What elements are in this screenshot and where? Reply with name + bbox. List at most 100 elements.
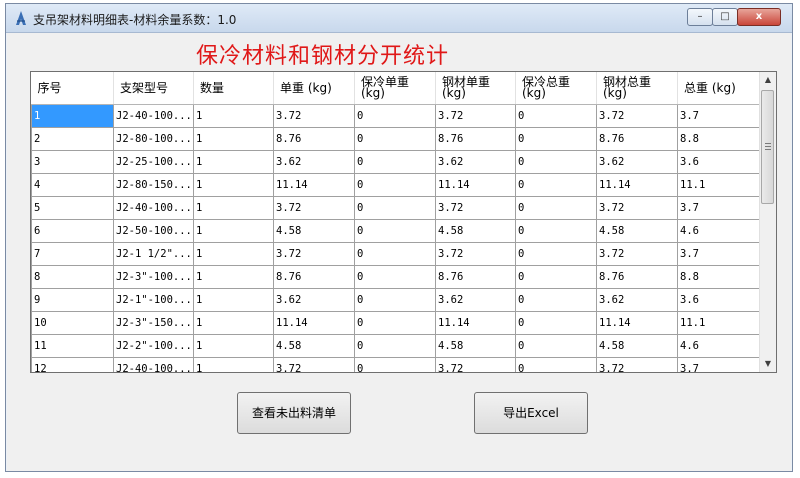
table-cell[interactable]: 3.72 [435,196,516,220]
table-cell[interactable]: 4.58 [273,334,355,358]
table-cell[interactable]: 11.14 [435,311,516,335]
table-cell[interactable]: 3.72 [435,357,516,372]
table-cell[interactable]: 0 [354,288,436,312]
table-cell[interactable]: 4.6 [677,219,762,243]
table-cell[interactable]: 0 [354,219,436,243]
table-row[interactable]: 6 J2-50-100... 1 4.58 0 4.58 0 4.58 4.6 [31,219,762,243]
table-cell[interactable]: 0 [354,104,436,128]
table-cell[interactable]: 0 [515,150,597,174]
table-cell[interactable]: 8.76 [273,127,355,151]
table-row[interactable]: 10 J2-3"-150... 1 11.14 0 11.14 0 11.14 11.1 [31,311,762,335]
table-cell[interactable]: 3.72 [273,357,355,372]
table-cell[interactable]: 3.7 [677,357,762,372]
table-cell[interactable]: 8.76 [596,127,678,151]
table-cell[interactable]: 0 [354,242,436,266]
table-cell[interactable]: 3.7 [677,242,762,266]
table-cell[interactable]: 1 [193,104,274,128]
table-row[interactable]: 7 J2-1 1/2"... 1 3.72 0 3.72 0 3.72 3.7 [31,242,762,266]
table-cell[interactable]: 12 [31,357,114,372]
table-cell[interactable]: 3.62 [273,288,355,312]
table-cell[interactable]: 11.14 [596,173,678,197]
table-cell[interactable]: 0 [354,127,436,151]
maximize-button[interactable]: □ [712,8,738,26]
table-row[interactable]: 11 J2-2"-100... 1 4.58 0 4.58 0 4.58 4.6 [31,334,762,358]
table-cell[interactable]: 4.58 [596,334,678,358]
title-bar[interactable]: 支吊架材料明细表-材料余量系数：1.0 – □ x [6,4,792,33]
table-cell[interactable]: 3.72 [435,242,516,266]
table-cell[interactable]: 3.6 [677,150,762,174]
table-cell[interactable]: 0 [515,288,597,312]
table-cell[interactable]: 0 [354,150,436,174]
table-cell[interactable]: 0 [515,357,597,372]
table-cell[interactable]: 1 [193,173,274,197]
table-cell[interactable]: 7 [31,242,114,266]
table-cell[interactable]: J2-1 1/2"... [113,242,194,266]
table-cell[interactable]: 3.72 [273,196,355,220]
column-header[interactable]: 序号 [31,72,114,105]
arrow-up-icon[interactable]: ▲ [760,72,776,88]
table-cell[interactable]: 3.72 [435,104,516,128]
table-cell[interactable]: 0 [515,334,597,358]
table-cell[interactable]: J2-3"-100... [113,265,194,289]
table-cell[interactable]: 8.76 [435,127,516,151]
table-cell[interactable]: 3.62 [273,150,355,174]
table-cell[interactable]: J2-1"-100... [113,288,194,312]
table-cell[interactable]: 1 [193,334,274,358]
export-excel-button[interactable]: 导出Excel [474,392,588,434]
close-button[interactable]: x [737,8,781,26]
table-cell[interactable]: 3.62 [435,150,516,174]
column-header[interactable]: 钢材总重 (kg) [596,72,678,105]
column-header[interactable]: 总重 (kg) [677,72,762,105]
table-cell[interactable]: 0 [515,173,597,197]
table-cell[interactable]: 8.8 [677,127,762,151]
column-header[interactable]: 数量 [193,72,274,105]
table-cell[interactable]: 8 [31,265,114,289]
table-cell[interactable]: J2-80-100... [113,127,194,151]
column-header[interactable]: 单重 (kg) [273,72,355,105]
table-cell[interactable]: 3.62 [596,288,678,312]
table-row[interactable]: 5 J2-40-100... 1 3.72 0 3.72 0 3.72 3.7 [31,196,762,220]
table-row[interactable]: 3 J2-25-100... 1 3.62 0 3.62 0 3.62 3.6 [31,150,762,174]
table-cell[interactable]: 1 [193,150,274,174]
table-cell[interactable]: 11.1 [677,173,762,197]
table-cell[interactable]: 0 [515,127,597,151]
table-cell[interactable]: J2-40-100... [113,357,194,372]
column-header[interactable]: 支架型号 [113,72,194,105]
table-cell[interactable]: 3.7 [677,104,762,128]
table-cell[interactable]: 3.72 [596,104,678,128]
table-cell[interactable]: 11.1 [677,311,762,335]
table-cell[interactable]: 11.14 [273,173,355,197]
table-cell[interactable]: J2-25-100... [113,150,194,174]
table-cell[interactable]: 4.58 [273,219,355,243]
table-cell[interactable]: 11.14 [273,311,355,335]
table-cell[interactable]: J2-40-100... [113,104,194,128]
table-cell[interactable]: 5 [31,196,114,220]
table-cell[interactable]: 0 [354,334,436,358]
table-cell[interactable]: 0 [515,265,597,289]
table-cell[interactable]: 0 [515,242,597,266]
table-cell[interactable]: 4.58 [596,219,678,243]
table-cell[interactable]: 1 [193,127,274,151]
minimize-button[interactable]: – [687,8,713,26]
table-row[interactable]: 9 J2-1"-100... 1 3.62 0 3.62 0 3.62 3.6 [31,288,762,312]
table-cell[interactable]: 2 [31,127,114,151]
table-cell[interactable]: 0 [354,357,436,372]
table-cell[interactable]: 9 [31,288,114,312]
table-cell[interactable]: 3 [31,150,114,174]
table-cell[interactable]: 6 [31,219,114,243]
table-cell[interactable]: 3.72 [596,196,678,220]
column-header[interactable]: 保冷总重 (kg) [515,72,597,105]
table-cell[interactable]: 0 [354,196,436,220]
table-cell[interactable]: 1 [193,242,274,266]
table-row[interactable]: 4 J2-80-150... 1 11.14 0 11.14 0 11.14 11.1 [31,173,762,197]
materials-grid[interactable]: 序号 支架型号 数量 单重 (kg) 保冷单重 (kg) 钢材单重 (kg) 保冷总重 (k… [30,71,777,373]
table-cell[interactable]: 0 [354,311,436,335]
table-cell[interactable]: 0 [515,311,597,335]
table-cell[interactable]: 3.7 [677,196,762,220]
table-cell[interactable]: 1 [193,311,274,335]
table-cell[interactable]: 3.72 [596,242,678,266]
table-cell[interactable]: 0 [515,196,597,220]
table-cell[interactable]: 0 [515,219,597,243]
table-cell[interactable]: 8.8 [677,265,762,289]
table-cell[interactable]: 0 [515,104,597,128]
